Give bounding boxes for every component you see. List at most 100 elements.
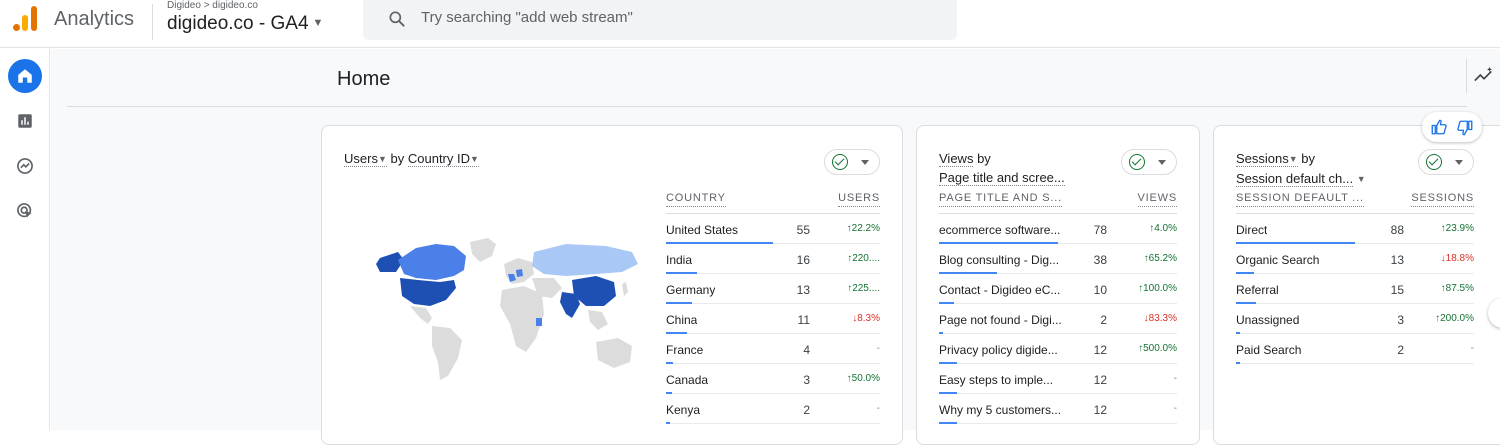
- property-selector[interactable]: digideo.co - GA4 ▼: [167, 13, 323, 35]
- metric-selector[interactable]: Views: [939, 151, 974, 167]
- table-row[interactable]: Why my 5 customers... 12 -: [939, 394, 1177, 424]
- row-label: Why my 5 customers...: [939, 403, 1062, 417]
- map-region-southeast-asia: [588, 310, 608, 330]
- advertising-icon: [17, 203, 32, 218]
- data-quality-button[interactable]: [824, 149, 880, 175]
- map-region-canada: [398, 244, 466, 280]
- row-bar: [1236, 362, 1240, 364]
- map-region-australia: [596, 338, 632, 368]
- row-value: 12: [1093, 343, 1107, 357]
- row-label: Kenya: [666, 403, 701, 417]
- check-circle-icon: [832, 154, 848, 170]
- header-divider: [152, 4, 153, 40]
- data-quality-button[interactable]: [1418, 149, 1474, 175]
- title-divider: [67, 106, 1467, 107]
- row-change: -: [876, 343, 880, 354]
- metric-selector[interactable]: Users▼: [344, 151, 387, 167]
- card-title: Users▼ by Country ID▼: [344, 151, 479, 167]
- insights-button[interactable]: [1466, 59, 1500, 93]
- row-value: 3: [803, 373, 810, 387]
- row-value: 2: [803, 403, 810, 417]
- row-label: Privacy policy digide...: [939, 343, 1058, 357]
- left-nav: [0, 48, 50, 430]
- row-change: ↑100.0%: [1138, 283, 1177, 294]
- row-change: -: [1173, 373, 1177, 384]
- nav-reports-button[interactable]: [8, 104, 42, 138]
- table-row[interactable]: India 16 ↑220....: [666, 244, 880, 274]
- nav-home-button[interactable]: [8, 59, 42, 93]
- table-row[interactable]: ecommerce software... 78 ↑4.0%: [939, 214, 1177, 244]
- map-region-germany: [516, 269, 523, 277]
- map-region-mexico: [410, 306, 432, 324]
- row-change: ↑23.9%: [1440, 223, 1474, 234]
- column-header-session-channel[interactable]: SESSION DEFAULT ...: [1236, 192, 1364, 207]
- column-header-page-title[interactable]: PAGE TITLE AND S...: [939, 192, 1062, 207]
- explore-icon: [17, 158, 33, 174]
- table-row[interactable]: Canada 3 ↑50.0%: [666, 364, 880, 394]
- table-row[interactable]: Easy steps to imple... 12 -: [939, 364, 1177, 394]
- table-row[interactable]: Paid Search 2 -: [1236, 334, 1474, 364]
- insights-trend-icon: [1473, 66, 1492, 82]
- home-icon: [18, 69, 32, 83]
- table-row[interactable]: Organic Search 13 ↓18.8%: [1236, 244, 1474, 274]
- row-change: ↑65.2%: [1143, 253, 1177, 264]
- table-row[interactable]: Blog consulting - Dig... 38 ↑65.2%: [939, 244, 1177, 274]
- breadcrumb[interactable]: Digideo > digideo.co: [167, 0, 258, 11]
- row-label: Blog consulting - Dig...: [939, 253, 1060, 267]
- table-row[interactable]: United States 55 ↑22.2%: [666, 214, 880, 244]
- row-value: 13: [796, 283, 810, 297]
- app-name: Analytics: [54, 8, 135, 30]
- row-label: Germany: [666, 283, 716, 297]
- row-change: ↓18.8%: [1440, 253, 1474, 264]
- row-label: United States: [666, 223, 739, 237]
- table-row[interactable]: Unassigned 3 ↑200.0%: [1236, 304, 1474, 334]
- dimension-selector[interactable]: Page title and scree...: [939, 170, 1065, 186]
- map-region-south-america: [432, 326, 462, 380]
- table-row[interactable]: Contact - Digideo eC... 10 ↑100.0%: [939, 274, 1177, 304]
- users-by-country-card: Users▼ by Country ID▼ COUNTRY USERS Unit…: [321, 125, 903, 445]
- card-title: Sessions▼ by Session default ch... ▼: [1236, 151, 1366, 187]
- feedback-buttons: [1422, 112, 1482, 142]
- row-value: 10: [1093, 283, 1107, 297]
- column-header-country[interactable]: COUNTRY: [666, 192, 726, 207]
- table-row[interactable]: Referral 15 ↑87.5%: [1236, 274, 1474, 304]
- row-bar: [666, 422, 670, 424]
- table-row[interactable]: France 4 -: [666, 334, 880, 364]
- thumbs-down-icon[interactable]: [1456, 119, 1474, 137]
- caret-down-icon: [1455, 160, 1463, 165]
- row-value: 38: [1093, 253, 1107, 267]
- map-region-greenland: [470, 238, 496, 262]
- check-circle-icon: [1426, 154, 1442, 170]
- row-value: 2: [1100, 313, 1107, 327]
- metric-selector[interactable]: Sessions▼: [1236, 151, 1298, 167]
- row-change: ↑87.5%: [1440, 283, 1474, 294]
- table-row[interactable]: Germany 13 ↑225....: [666, 274, 880, 304]
- reports-icon: [18, 114, 32, 128]
- row-value: 55: [796, 223, 810, 237]
- column-header-sessions[interactable]: SESSIONS: [1411, 192, 1474, 207]
- row-value: 15: [1390, 283, 1404, 297]
- table-row[interactable]: Page not found - Digi... 2 ↓83.3%: [939, 304, 1177, 334]
- table-row[interactable]: Kenya 2 -: [666, 394, 880, 424]
- search-bar[interactable]: [363, 0, 957, 40]
- column-header-users[interactable]: USERS: [838, 192, 880, 207]
- row-label: Organic Search: [1236, 253, 1320, 267]
- dimension-selector[interactable]: Session default ch... ▼: [1236, 171, 1366, 187]
- table-row[interactable]: Privacy policy digide... 12 ↑500.0%: [939, 334, 1177, 364]
- table-row[interactable]: Direct 88 ↑23.9%: [1236, 214, 1474, 244]
- table-row[interactable]: China 11 ↓8.3%: [666, 304, 880, 334]
- caret-down-icon: ▼: [312, 17, 324, 29]
- search-input[interactable]: [421, 6, 921, 28]
- analytics-logo-icon[interactable]: [11, 5, 39, 31]
- nav-explore-button[interactable]: [8, 149, 42, 183]
- card-title: Views by Page title and scree...: [939, 151, 1065, 186]
- nav-advertising-button[interactable]: [8, 194, 42, 228]
- data-quality-button[interactable]: [1121, 149, 1177, 175]
- row-value: 2: [1397, 343, 1404, 357]
- row-change: ↓8.3%: [852, 313, 880, 324]
- thumbs-up-icon[interactable]: [1430, 118, 1448, 136]
- map-region-japan: [622, 282, 628, 296]
- dimension-selector[interactable]: Country ID▼: [407, 151, 479, 167]
- row-label: Canada: [666, 373, 709, 387]
- column-header-views[interactable]: VIEWS: [1137, 192, 1177, 207]
